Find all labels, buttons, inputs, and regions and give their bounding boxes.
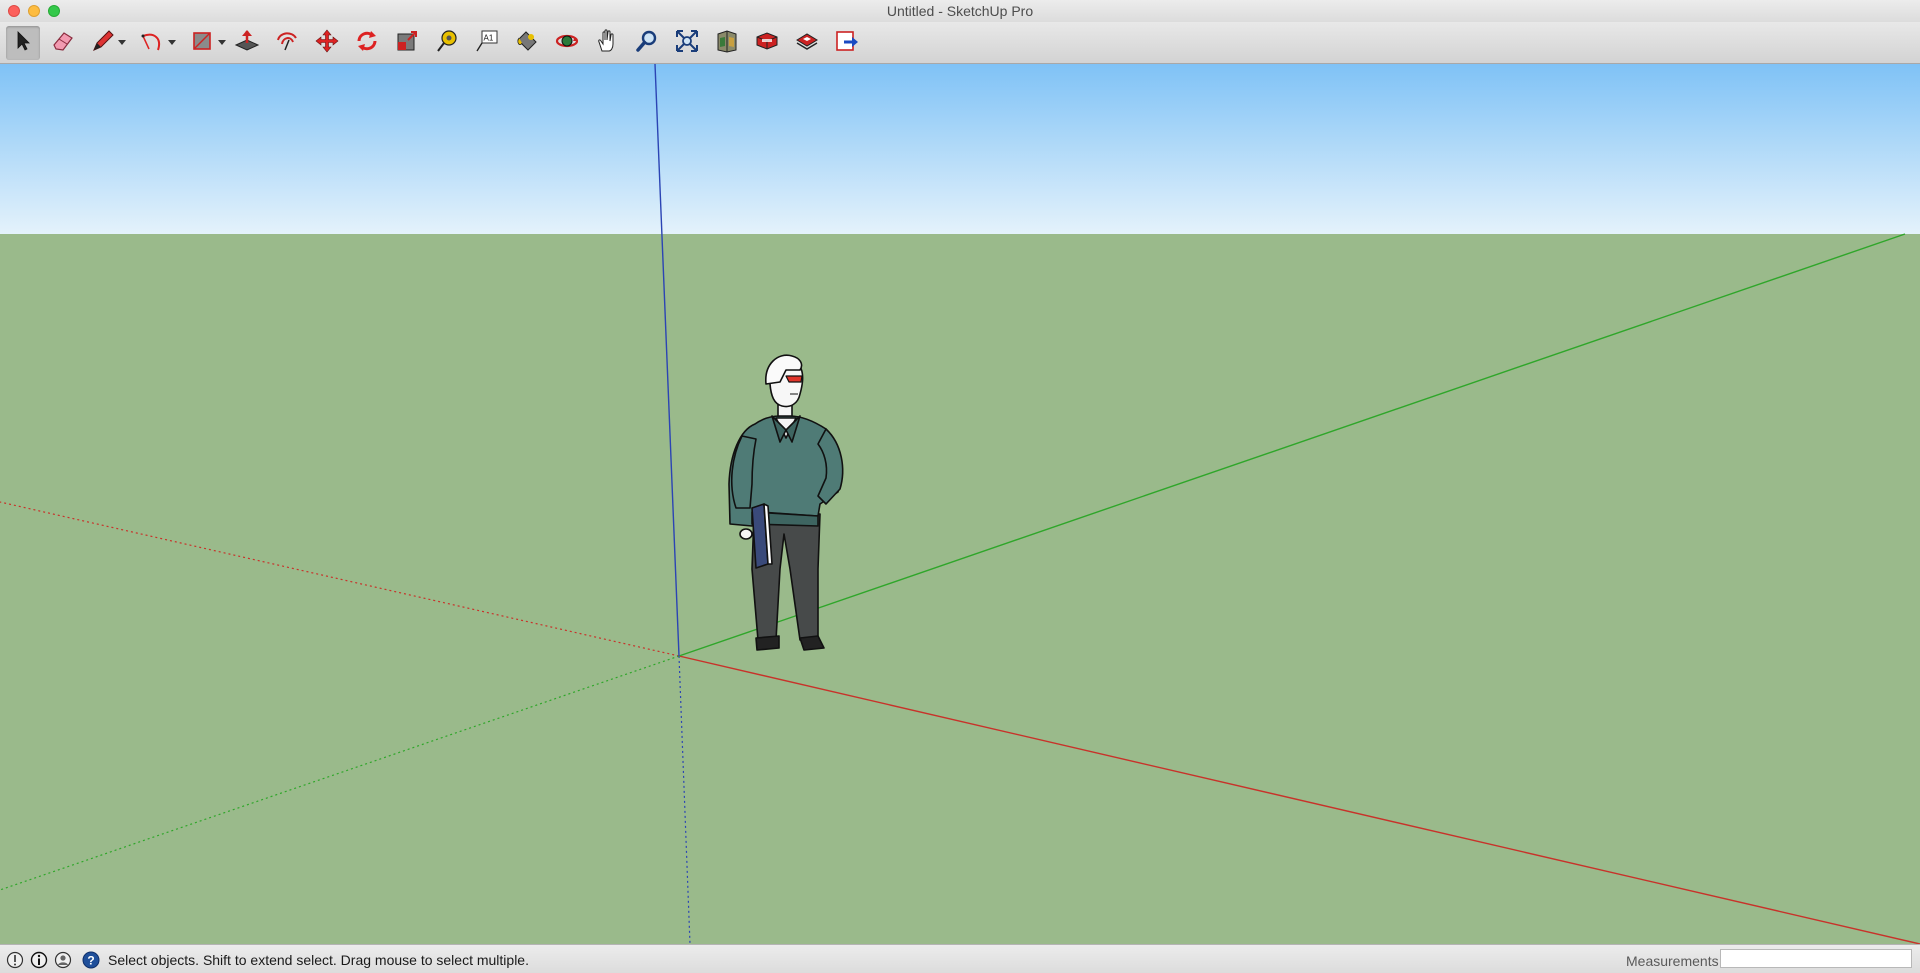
- text-tool-glyph: A1: [484, 33, 494, 42]
- orbit-icon: [554, 28, 580, 59]
- 3d-warehouse-button[interactable]: [710, 26, 744, 60]
- status-bar: ? Select objects. Shift to extend select…: [0, 944, 1920, 973]
- title-bar: Untitled - SketchUp Pro: [0, 0, 1920, 22]
- extension-warehouse-icon: [754, 28, 780, 59]
- window-title: Untitled - SketchUp Pro: [886, 3, 1034, 19]
- rotate-icon: [354, 28, 380, 59]
- arc-tool[interactable]: [136, 26, 178, 60]
- eraser-icon: [50, 28, 76, 59]
- move-icon: [314, 28, 340, 59]
- scene-canvas[interactable]: [0, 64, 1920, 944]
- chevron-down-icon: [118, 40, 126, 45]
- status-hint-text: Select objects. Shift to extend select. …: [108, 952, 529, 968]
- scale-icon: [394, 28, 420, 59]
- push-pull-tool[interactable]: [230, 26, 264, 60]
- layout-icon: [794, 28, 820, 59]
- warehouse-icon: [714, 28, 740, 59]
- zoom-tool[interactable]: [630, 26, 664, 60]
- instructor-help-icon[interactable]: ?: [82, 951, 100, 969]
- offset-tool[interactable]: [270, 26, 304, 60]
- eraser-tool[interactable]: [46, 26, 80, 60]
- arc-icon: [140, 28, 166, 59]
- ground-plane: [0, 234, 1920, 944]
- measurements-label: Measurements: [1626, 953, 1719, 969]
- arrow-cursor-icon: [10, 28, 36, 59]
- sky: [0, 64, 1920, 234]
- export-button[interactable]: [830, 26, 864, 60]
- main-toolbar: A1: [0, 22, 1920, 64]
- pan-tool[interactable]: [590, 26, 624, 60]
- rotate-tool[interactable]: [350, 26, 384, 60]
- shapes-tool[interactable]: [186, 26, 228, 60]
- export-icon: [834, 28, 860, 59]
- magnifier-icon: [634, 28, 660, 59]
- layout-send-button[interactable]: [790, 26, 824, 60]
- select-tool[interactable]: [6, 26, 40, 60]
- model-info-icon[interactable]: [30, 951, 48, 969]
- offset-icon: [274, 28, 300, 59]
- scale-tool[interactable]: [390, 26, 424, 60]
- tape-measure-icon: [434, 28, 460, 59]
- extension-warehouse-button[interactable]: [750, 26, 784, 60]
- user-account-icon[interactable]: [54, 951, 72, 969]
- tape-measure-tool[interactable]: [430, 26, 464, 60]
- model-viewport[interactable]: [0, 64, 1920, 944]
- orbit-tool[interactable]: [550, 26, 584, 60]
- chevron-down-icon: [168, 40, 176, 45]
- hand-icon: [594, 28, 620, 59]
- text-tool[interactable]: A1: [470, 26, 504, 60]
- text-label-icon: A1: [474, 28, 500, 59]
- help-glyph: ?: [87, 954, 94, 968]
- paint-bucket-tool[interactable]: [510, 26, 544, 60]
- chevron-down-icon: [218, 40, 226, 45]
- line-tool[interactable]: [86, 26, 128, 60]
- zoom-extents-icon: [674, 28, 700, 59]
- move-tool[interactable]: [310, 26, 344, 60]
- pencil-icon: [90, 28, 116, 59]
- geo-location-icon[interactable]: [6, 951, 24, 969]
- paint-bucket-icon: [514, 28, 540, 59]
- measurements-input[interactable]: [1720, 949, 1912, 968]
- push-pull-icon: [234, 28, 260, 59]
- rectangle-icon: [190, 28, 216, 59]
- zoom-extents-tool[interactable]: [670, 26, 704, 60]
